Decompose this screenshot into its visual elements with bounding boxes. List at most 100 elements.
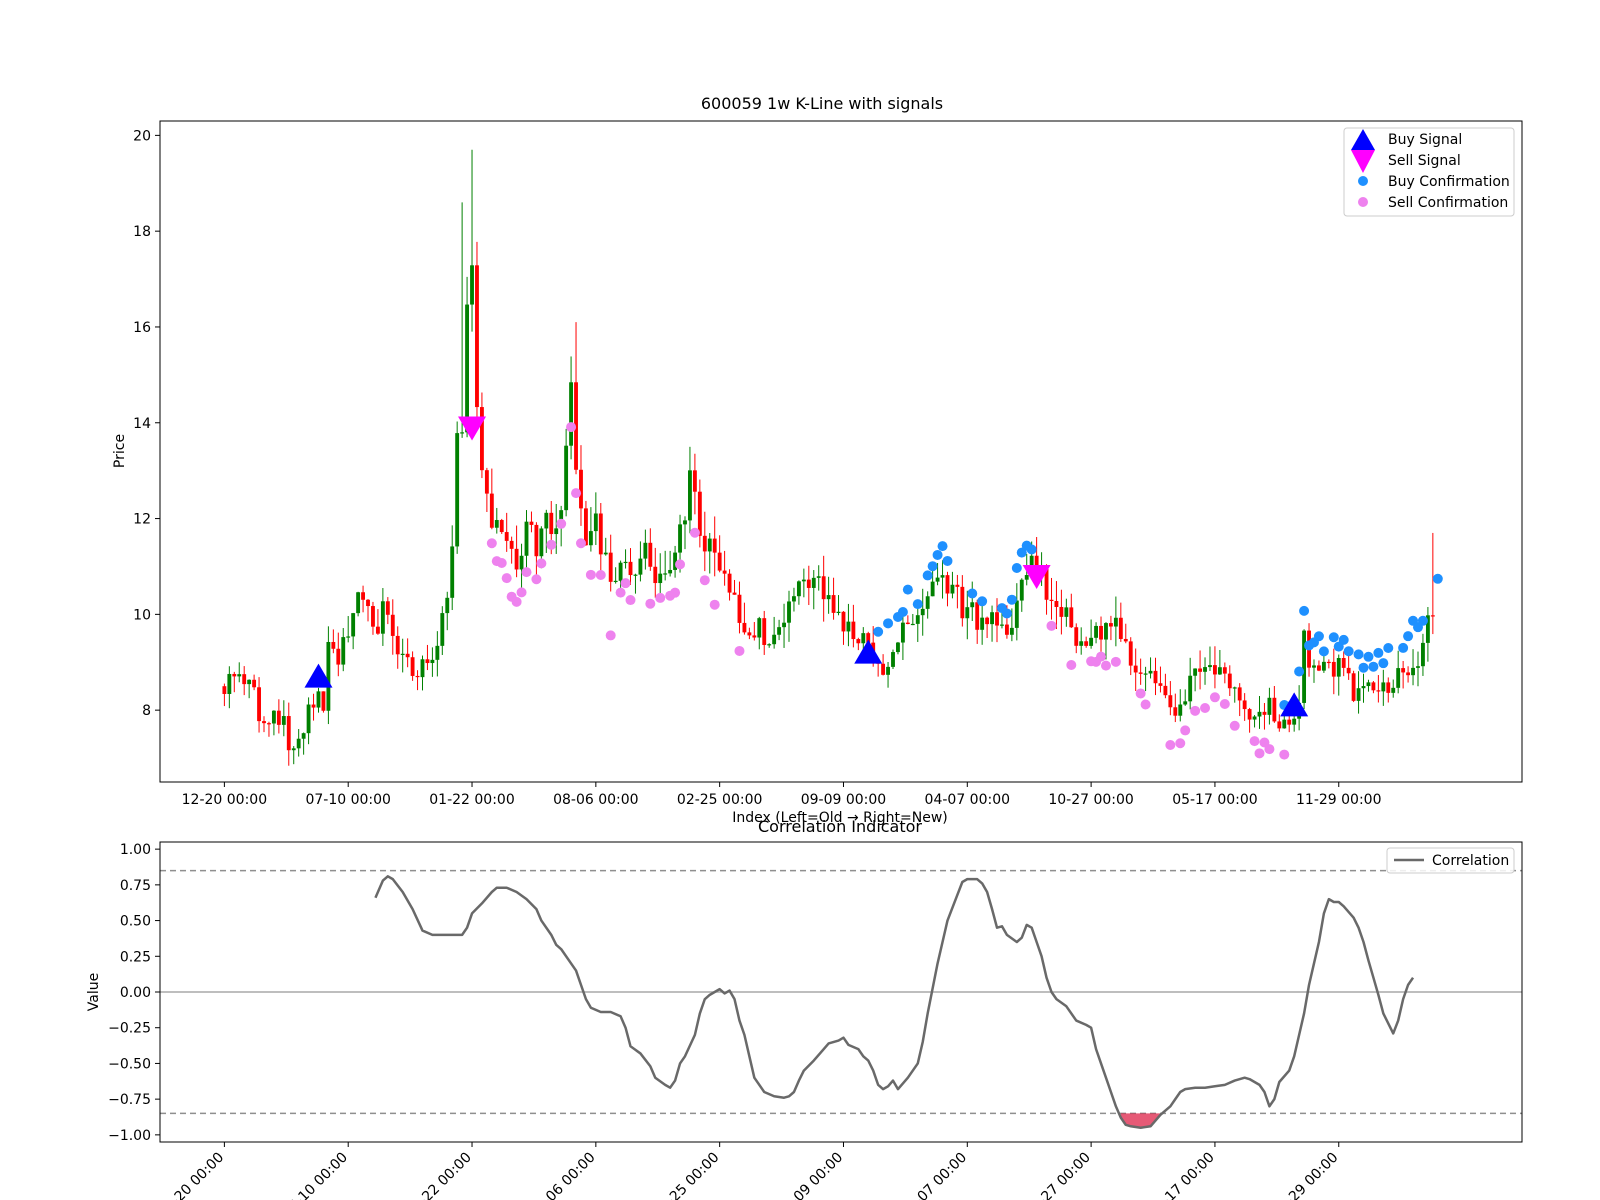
sell-confirmation-dot <box>734 645 745 656</box>
candle-body <box>440 613 445 646</box>
buy-confirmation-dot <box>1353 649 1364 660</box>
candle-body <box>1084 641 1089 646</box>
candle-body <box>722 570 727 574</box>
candle-body <box>262 721 266 724</box>
buy-confirmation-dot <box>1328 632 1339 643</box>
candle-body <box>1341 658 1346 668</box>
candle-body <box>896 642 900 653</box>
candle-body <box>777 627 782 635</box>
legend-buy-confirmation-label: Buy Confirmation <box>1388 174 1510 190</box>
candle-body <box>1381 682 1386 692</box>
correlation-x-axis: 12-20 00:00 07-10 00:00 01-22 00:00 08-06 0… <box>155 1142 1342 1200</box>
candle-body <box>361 592 365 600</box>
candle-body <box>955 584 960 587</box>
candle-body <box>648 542 653 567</box>
candle-body <box>420 659 425 678</box>
buy-confirmation-dot <box>1398 642 1409 653</box>
sell-confirmation-dot <box>546 539 557 550</box>
candle-body <box>519 555 524 570</box>
candle-body <box>1000 624 1004 626</box>
candle-body <box>1411 667 1415 676</box>
candle-body <box>1074 627 1079 646</box>
candle-body <box>1277 721 1282 729</box>
buy-confirmation-dot <box>883 618 894 629</box>
buy-confirmation-dot <box>1299 605 1310 616</box>
candle-body <box>579 469 583 509</box>
correlation-ytick-label: −0.75 <box>108 1092 151 1108</box>
candle-body <box>499 520 504 533</box>
sell-confirmation-dot <box>486 538 497 549</box>
candle-body <box>851 621 856 640</box>
kline-signals <box>304 416 1309 717</box>
candle-body <box>653 566 658 584</box>
sell-confirmation-dot <box>511 596 522 607</box>
candle-body <box>915 615 920 624</box>
kline-ytick-label: 20 <box>133 128 151 144</box>
candle-body <box>826 595 831 600</box>
buy-confirmation-dot <box>912 599 923 610</box>
candle-body <box>792 596 796 602</box>
candle-body <box>1371 682 1376 691</box>
candle-body <box>237 674 242 677</box>
candle-body <box>663 573 668 575</box>
buy-confirmation-dot <box>1011 562 1022 573</box>
candle-body <box>400 653 405 655</box>
candle-body <box>1094 625 1098 638</box>
candle-body <box>618 562 623 581</box>
candle-body <box>985 617 990 625</box>
candle-body <box>1321 661 1326 671</box>
candle-body <box>445 597 450 614</box>
correlation-y-axis: 1.00 0.75 0.50 0.25 0.00 −0.25 −0.50 −0.75 −1.00 <box>108 842 160 1144</box>
candle-body <box>747 632 752 636</box>
candle-body <box>1193 668 1198 676</box>
candle-body <box>970 602 975 608</box>
candle-body <box>425 659 430 664</box>
legend-sell-confirmation-marker <box>1358 197 1368 207</box>
sell-confirmation-dot <box>1100 660 1111 671</box>
correlation-title: Correlation Indicator <box>758 817 922 836</box>
candle-body <box>732 592 737 595</box>
kline-xtick-label: 11-29 00:00 <box>1296 792 1381 808</box>
candle-body <box>960 586 965 619</box>
candle-body <box>628 561 633 576</box>
candle-body <box>227 673 232 694</box>
correlation-xtick-label: 05-17 00:00 <box>1146 1150 1218 1200</box>
buy-confirmation-dot <box>1403 631 1414 642</box>
correlation-series <box>374 875 1415 1129</box>
candle-body <box>301 733 306 739</box>
kline-xtick-label: 07-10 00:00 <box>305 792 390 808</box>
candle-body <box>881 663 886 675</box>
candle-body <box>861 633 866 644</box>
kline-xtick-label: 04-07 00:00 <box>925 792 1010 808</box>
candle-body <box>935 577 940 582</box>
sell-confirmation-dot <box>620 578 631 589</box>
candle-body <box>232 673 237 677</box>
candle-body <box>1416 666 1420 668</box>
sell-confirmation-dot <box>1264 744 1275 755</box>
candle-body <box>856 639 861 644</box>
sell-confirmation-dot <box>1175 738 1186 749</box>
candle-body <box>1247 709 1252 720</box>
kline-candles <box>222 149 1435 766</box>
candle-body <box>514 548 519 570</box>
candle-body <box>1222 667 1227 674</box>
candle-body <box>910 623 915 626</box>
candle-body <box>1208 665 1212 668</box>
candle-body <box>1421 642 1425 667</box>
candle-body <box>1118 617 1123 639</box>
candle-body <box>1019 579 1024 601</box>
candle-body <box>930 581 935 597</box>
kline-xtick-label: 05-17 00:00 <box>1172 792 1257 808</box>
sell-confirmation-dot <box>531 574 542 585</box>
candle-body <box>1272 697 1277 722</box>
correlation-xtick-label: 02-25 00:00 <box>651 1150 723 1200</box>
candle-body <box>1317 665 1321 671</box>
candle-body <box>702 535 707 552</box>
buy-confirmation-dot <box>967 588 978 599</box>
candle-body <box>1302 630 1307 703</box>
buy-confirmation-dot <box>1368 661 1379 672</box>
candle-body <box>613 580 618 583</box>
buy-confirmation-dot <box>1313 631 1324 642</box>
candle-body <box>460 432 465 434</box>
candle-body <box>1336 658 1341 677</box>
